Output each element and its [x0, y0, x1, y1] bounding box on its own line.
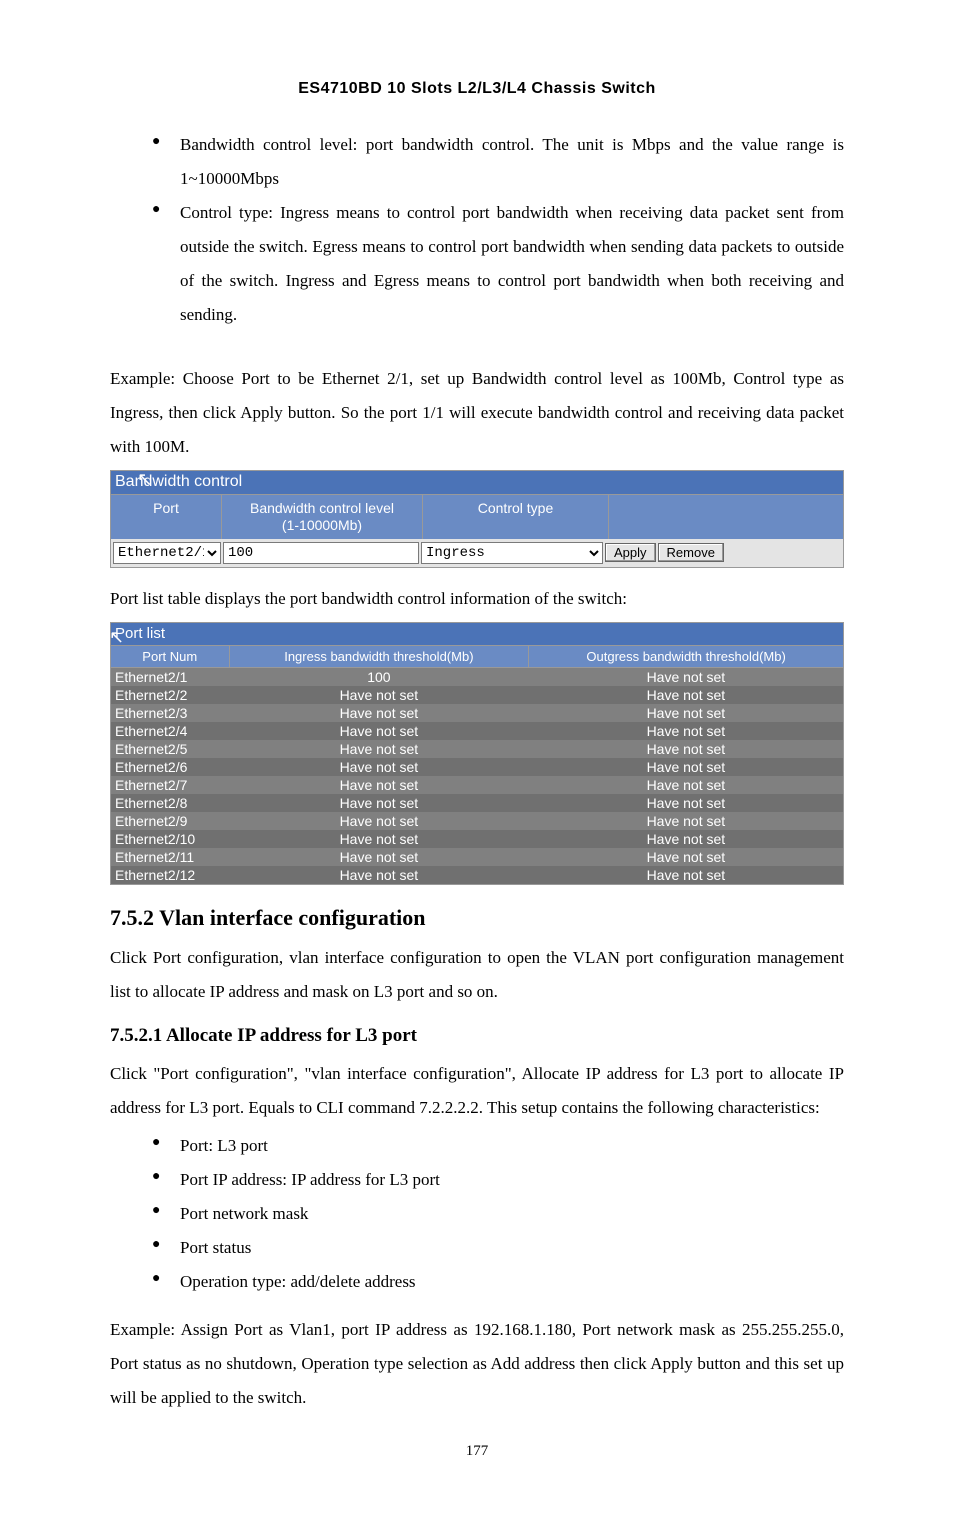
cell-ingress: Have not set	[229, 794, 529, 812]
cell-egress: Have not set	[529, 758, 843, 776]
list-item: Bandwidth control level: port bandwidth …	[180, 128, 844, 196]
cell-port: Ethernet2/10	[111, 830, 229, 848]
table-row: Ethernet2/10Have not setHave not set	[111, 830, 843, 848]
th-port-num: Port Num	[111, 646, 229, 668]
table-row: Ethernet2/2Have not setHave not set	[111, 686, 843, 704]
control-type-select[interactable]: Ingress	[421, 542, 603, 564]
cell-port: Ethernet2/8	[111, 794, 229, 812]
page-number: 177	[110, 1443, 844, 1460]
list-item: Port: L3 port	[180, 1129, 844, 1163]
cell-egress: Have not set	[529, 776, 843, 794]
list-item: Operation type: add/delete address	[180, 1265, 844, 1299]
table-row: Ethernet2/3Have not setHave not set	[111, 704, 843, 722]
cell-port: Ethernet2/9	[111, 812, 229, 830]
cell-ingress: Have not set	[229, 866, 529, 884]
cell-egress: Have not set	[529, 794, 843, 812]
cell-egress: Have not set	[529, 866, 843, 884]
cell-egress: Have not set	[529, 848, 843, 866]
cell-ingress: Have not set	[229, 848, 529, 866]
list-item: Port network mask	[180, 1197, 844, 1231]
th-ingress: Ingress bandwidth threshold(Mb)	[229, 646, 529, 668]
table-header-row: Port Num Ingress bandwidth threshold(Mb)…	[111, 646, 843, 668]
port-list-panel: Port list ↖ Port Num Ingress bandwidth t…	[110, 622, 844, 885]
cell-egress: Have not set	[529, 722, 843, 740]
cell-egress: Have not set	[529, 740, 843, 758]
panel-title: Bandwidth control ↖	[111, 471, 843, 495]
l3-bullet-list: Port: L3 port Port IP address: IP addres…	[110, 1129, 844, 1299]
table-row: Ethernet2/5Have not setHave not set	[111, 740, 843, 758]
bw-input-row: Ethernet2/1 Ingress Apply Remove	[111, 539, 843, 567]
table-row: Ethernet2/1100Have not set	[111, 667, 843, 686]
cell-egress: Have not set	[529, 686, 843, 704]
table-row: Ethernet2/4Have not setHave not set	[111, 722, 843, 740]
example-7521-paragraph: Example: Assign Port as Vlan1, port IP a…	[110, 1313, 844, 1415]
cell-egress: Have not set	[529, 830, 843, 848]
apply-button[interactable]: Apply	[605, 543, 656, 562]
section-7-5-2-1-heading: 7.5.2.1 Allocate IP address for L3 port	[110, 1025, 844, 1047]
list-item: Port status	[180, 1231, 844, 1265]
cell-ingress: Have not set	[229, 740, 529, 758]
cell-ingress: Have not set	[229, 704, 529, 722]
table-row: Ethernet2/11Have not setHave not set	[111, 848, 843, 866]
cell-port: Ethernet2/4	[111, 722, 229, 740]
doc-header: ES4710BD 10 Slots L2/L3/L4 Chassis Switc…	[110, 80, 844, 98]
portlist-title-text: Port list	[115, 625, 165, 642]
port-list-table: Port Num Ingress bandwidth threshold(Mb)…	[111, 646, 843, 884]
portlist-title: Port list ↖	[111, 623, 843, 646]
col-header-port: Port	[111, 495, 222, 539]
list-item: Port IP address: IP address for L3 port	[180, 1163, 844, 1197]
portlist-intro: Port list table displays the port bandwi…	[110, 582, 844, 616]
table-row: Ethernet2/8Have not setHave not set	[111, 794, 843, 812]
remove-button[interactable]: Remove	[658, 543, 724, 562]
cell-ingress: Have not set	[229, 722, 529, 740]
cell-port: Ethernet2/2	[111, 686, 229, 704]
cell-ingress: Have not set	[229, 686, 529, 704]
cell-ingress: Have not set	[229, 758, 529, 776]
cell-ingress: Have not set	[229, 830, 529, 848]
section-7-5-2-paragraph: Click Port configuration, vlan interface…	[110, 941, 844, 1009]
port-select[interactable]: Ethernet2/1	[113, 542, 221, 564]
cell-egress: Have not set	[529, 812, 843, 830]
cell-egress: Have not set	[529, 704, 843, 722]
bw-header-row: Port Bandwidth control level (1-10000Mb)…	[111, 495, 843, 539]
bandwidth-control-panel: Bandwidth control ↖ Port Bandwidth contr…	[110, 470, 844, 568]
table-row: Ethernet2/12Have not setHave not set	[111, 866, 843, 884]
table-row: Ethernet2/6Have not setHave not set	[111, 758, 843, 776]
example-paragraph: Example: Choose Port to be Ethernet 2/1,…	[110, 362, 844, 464]
cell-ingress: Have not set	[229, 776, 529, 794]
col-header-blank	[609, 495, 843, 539]
cell-port: Ethernet2/11	[111, 848, 229, 866]
top-bullet-list: Bandwidth control level: port bandwidth …	[110, 128, 844, 332]
section-7-5-2-heading: 7.5.2 Vlan interface configuration	[110, 905, 844, 931]
cell-port: Ethernet2/12	[111, 866, 229, 884]
level-input[interactable]	[223, 542, 419, 564]
th-egress: Outgress bandwidth threshold(Mb)	[529, 646, 843, 668]
cell-egress: Have not set	[529, 667, 843, 686]
col-header-level: Bandwidth control level (1-10000Mb)	[222, 495, 423, 539]
panel-title-text: Bandwidth control	[115, 473, 242, 490]
cell-port: Ethernet2/1	[111, 667, 229, 686]
cell-ingress: Have not set	[229, 812, 529, 830]
col-header-type: Control type	[423, 495, 609, 539]
cell-port: Ethernet2/6	[111, 758, 229, 776]
cell-port: Ethernet2/3	[111, 704, 229, 722]
table-row: Ethernet2/7Have not setHave not set	[111, 776, 843, 794]
section-7-5-2-1-paragraph: Click "Port configuration", "vlan interf…	[110, 1057, 844, 1125]
cell-port: Ethernet2/7	[111, 776, 229, 794]
table-row: Ethernet2/9Have not setHave not set	[111, 812, 843, 830]
list-item: Control type: Ingress means to control p…	[180, 196, 844, 332]
cell-ingress: 100	[229, 667, 529, 686]
cell-port: Ethernet2/5	[111, 740, 229, 758]
